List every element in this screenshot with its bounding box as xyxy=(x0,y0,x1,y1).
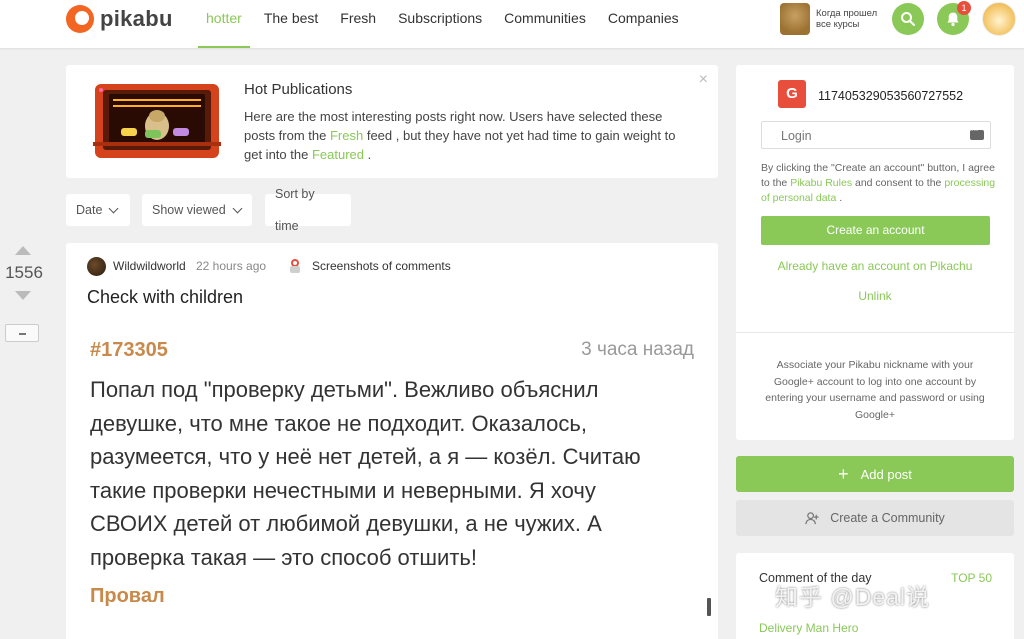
top50-link[interactable]: TOP 50 xyxy=(951,571,992,585)
fresh-link[interactable]: Fresh xyxy=(330,128,363,143)
upvote-arrow-icon[interactable] xyxy=(15,246,31,255)
show-viewed-label: Show viewed xyxy=(152,203,226,217)
nav-fresh[interactable]: Fresh xyxy=(332,0,384,48)
nav-companies[interactable]: Companies xyxy=(600,0,687,48)
close-icon[interactable]: × xyxy=(699,71,708,89)
promo-banner[interactable]: Когда прошел все курсы xyxy=(780,3,886,35)
add-post-button[interactable]: + Add post xyxy=(736,456,1014,492)
search-icon xyxy=(901,12,915,26)
hot-desc-part3: . xyxy=(364,147,372,162)
hot-publications-card: Hot Publications Here are the most inter… xyxy=(66,65,718,178)
create-community-label: Create a Community xyxy=(830,511,945,525)
google-account-id: 117405329053560727552 xyxy=(818,89,964,103)
community-name[interactable]: Screenshots of comments xyxy=(312,259,451,273)
post-card: Wildwildworld 22 hours ago Screenshots o… xyxy=(66,243,718,639)
screenshot-tag: Провал xyxy=(90,585,165,607)
login-placeholder: Login xyxy=(781,129,812,143)
associate-text: Associate your Pikabu nickname with your… xyxy=(765,359,985,421)
pikabu-logo-icon xyxy=(66,5,94,33)
nav-the-best[interactable]: The best xyxy=(256,0,326,48)
screenshot-id: #173305 xyxy=(90,339,168,361)
plus-icon: + xyxy=(838,463,849,484)
google-icon: G xyxy=(778,80,806,108)
logo-text: pikabu xyxy=(100,6,173,31)
featured-link[interactable]: Featured xyxy=(312,147,364,162)
unlink-link[interactable]: Unlink xyxy=(736,289,1014,303)
post-time: 22 hours ago xyxy=(196,259,267,273)
main-nav: hotter The best Fresh Subscriptions Comm… xyxy=(198,0,693,48)
screenshot-time: 3 часа назад xyxy=(581,339,694,360)
divider xyxy=(736,332,1014,333)
terms-part3: . xyxy=(836,192,843,204)
chevron-down-icon xyxy=(232,203,243,213)
pikabu-rules-link[interactable]: Pikabu Rules xyxy=(790,177,852,189)
add-user-icon xyxy=(805,511,819,524)
terms-text: By clicking the "Create an account" butt… xyxy=(761,161,1001,206)
post-title[interactable]: Check with children xyxy=(87,287,243,308)
downvote-arrow-icon[interactable] xyxy=(15,291,31,300)
password-manager-icon[interactable] xyxy=(970,127,984,140)
oven-illustration xyxy=(93,84,221,158)
add-post-label: Add post xyxy=(860,466,912,482)
sort-by-time-label: Sort by time xyxy=(275,187,315,233)
author-avatar[interactable] xyxy=(87,257,106,276)
nav-subscriptions[interactable]: Subscriptions xyxy=(390,0,490,48)
promo-image xyxy=(780,3,810,35)
nav-communities[interactable]: Communities xyxy=(496,0,594,48)
hot-description: Here are the most interesting posts righ… xyxy=(244,107,684,164)
sort-by-time-filter[interactable]: Sort by time xyxy=(265,187,351,233)
community-icon[interactable] xyxy=(286,257,304,275)
create-community-button[interactable]: Create a Community xyxy=(736,500,1014,536)
vote-count: 1556 xyxy=(5,263,43,282)
auth-card: G 117405329053560727552 Login By clickin… xyxy=(736,65,1014,440)
watermark: 知乎 @Deal说 xyxy=(775,584,931,610)
delivery-man-hero-link[interactable]: Delivery Man Hero xyxy=(759,621,858,635)
notifications-button[interactable]: 1 xyxy=(937,1,971,35)
post-author[interactable]: Wildwildworld xyxy=(113,259,186,273)
date-filter[interactable]: Date xyxy=(66,194,130,226)
already-have-account-link[interactable]: Already have an account on Pikachu xyxy=(736,259,1014,273)
user-avatar[interactable] xyxy=(982,2,1016,36)
promo-text: Когда прошел все курсы xyxy=(816,8,878,30)
scrollbar-thumb[interactable] xyxy=(707,598,711,616)
chevron-down-icon xyxy=(108,203,119,213)
create-account-button[interactable]: Create an account xyxy=(761,216,990,245)
hot-title: Hot Publications xyxy=(244,81,353,98)
pikabu-logo[interactable]: pikabu xyxy=(66,5,173,33)
notification-badge: 1 xyxy=(957,1,971,15)
login-input[interactable]: Login xyxy=(761,121,991,149)
screenshot-text: Попал под "проверку детьми". Вежливо объ… xyxy=(90,377,641,570)
search-button[interactable] xyxy=(892,3,924,35)
terms-part2: and consent to the xyxy=(852,177,945,189)
collapse-post-button[interactable] xyxy=(5,324,39,342)
show-viewed-filter[interactable]: Show viewed xyxy=(142,194,252,226)
top-header: pikabu hotter The best Fresh Subscriptio… xyxy=(0,0,1024,48)
nav-hotter[interactable]: hotter xyxy=(198,0,250,48)
date-filter-label: Date xyxy=(76,203,103,217)
